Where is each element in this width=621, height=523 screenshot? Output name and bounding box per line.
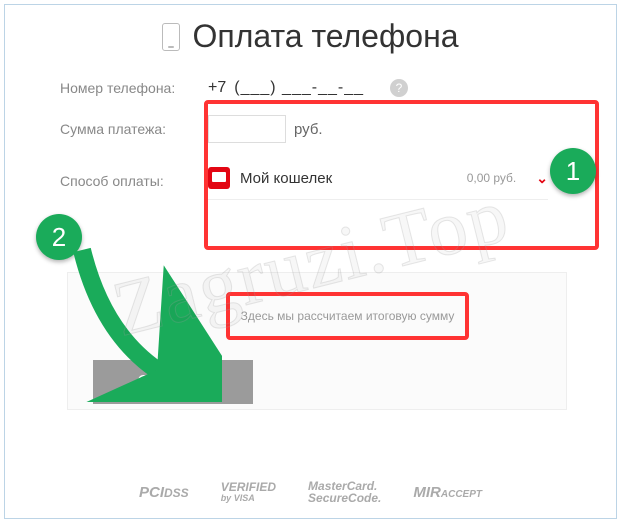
phone-field[interactable]: +7 (___) ___-__-__ ?: [208, 79, 581, 97]
amount-field: руб.: [208, 115, 581, 143]
phone-mask[interactable]: (___) ___-__-__: [234, 79, 364, 97]
mir-accept-badge: MIRACCEPT: [413, 485, 482, 501]
footer-badges: PCIDSS VERIFIEDby VISA MasterCard.Secure…: [0, 480, 621, 505]
wallet-name: Мой кошелек: [240, 170, 457, 187]
chevron-down-icon: ⌄: [536, 170, 548, 187]
step-badge-1: 1: [550, 148, 596, 194]
phone-prefix: +7: [208, 79, 226, 97]
pay-button[interactable]: Оплатить: [93, 360, 253, 404]
wallet-selector[interactable]: Мой кошелек 0,00 руб. ⌄: [208, 161, 548, 200]
wallet-icon: [208, 167, 230, 189]
method-field: Мой кошелек 0,00 руб. ⌄: [208, 161, 581, 200]
pci-dss-badge: PCIDSS: [139, 485, 189, 501]
amount-input[interactable]: [208, 115, 286, 143]
amount-unit: руб.: [294, 121, 323, 138]
help-icon[interactable]: ?: [390, 79, 408, 97]
step-badge-2: 2: [36, 214, 82, 260]
wallet-balance: 0,00 руб.: [467, 171, 517, 185]
mastercard-securecode-badge: MasterCard.SecureCode.: [308, 480, 381, 505]
phone-icon: [162, 23, 180, 51]
verified-by-visa-badge: VERIFIEDby VISA: [221, 481, 276, 503]
